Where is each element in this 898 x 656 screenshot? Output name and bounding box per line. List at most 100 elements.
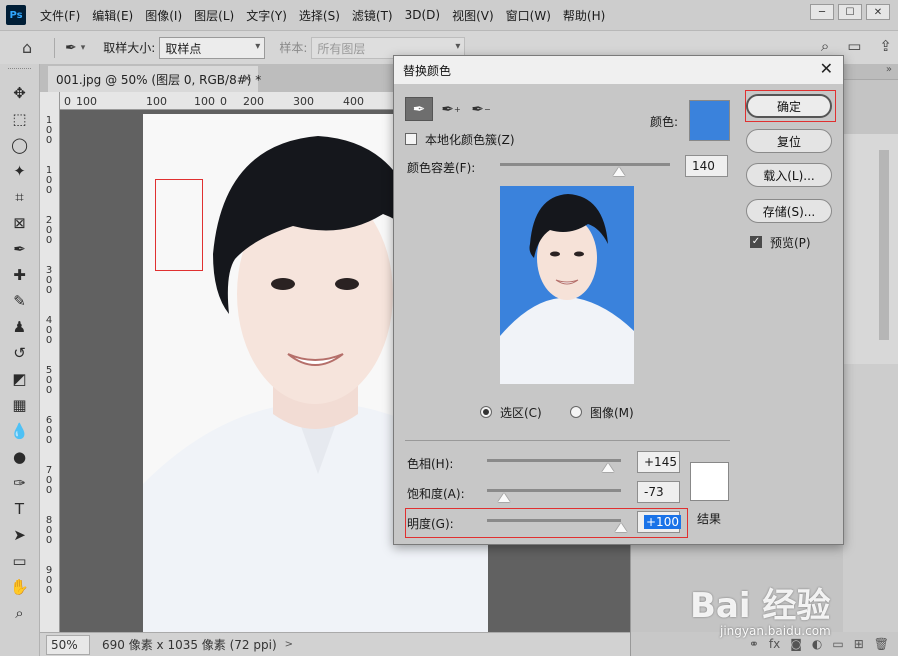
menu-image[interactable]: 图像(I) [139,7,188,24]
reset-button[interactable]: 复位 [746,129,832,153]
menu-type[interactable]: 文字(Y) [240,7,293,24]
image-radio-label: 图像(M) [590,406,634,420]
sample-size-value: 取样点 [165,41,202,56]
frame-tool-icon[interactable]: ⊠ [0,210,39,236]
magic-wand-tool-icon[interactable]: ✦ [0,158,39,184]
selection-color-swatch[interactable] [689,100,730,141]
save-button[interactable]: 存储(S)... [746,199,832,223]
selection-radio[interactable] [480,406,492,418]
eyedropper-tool-icon[interactable]: ✒ [0,236,39,262]
menu-select[interactable]: 选择(S) [293,7,346,24]
crop-tool-icon[interactable]: ⌗ [0,184,39,210]
ok-button-label: 确定 [776,99,801,114]
maximize-button[interactable]: ☐ [838,4,862,20]
image-radio[interactable] [570,406,582,418]
ruler-tick: 9 0 0 [45,565,53,596]
path-selection-tool-icon[interactable]: ➤ [0,522,39,548]
lasso-tool-icon[interactable]: ◯ [0,132,39,158]
menu-window[interactable]: 窗口(W) [500,7,557,24]
minimize-button[interactable]: ─ [810,4,834,20]
saturation-slider-thumb[interactable] [498,493,510,502]
lightness-value: +100 [644,515,681,529]
hue-slider[interactable] [487,459,621,462]
sample-value: 所有图层 [317,41,366,56]
blur-tool-icon[interactable]: 💧 [0,418,39,444]
zoom-level[interactable]: 50% [46,634,90,655]
chevron-down-icon[interactable]: ▾ [81,43,86,53]
chevron-right-icon[interactable]: > [285,639,293,650]
close-window-button[interactable]: ✕ [866,4,890,20]
ok-button[interactable]: 确定 [746,94,832,118]
fuzziness-label: 颜色容差(F): [407,161,476,175]
panel-scrollbar[interactable] [879,150,889,340]
rectangle-tool-icon[interactable]: ▭ [0,548,39,574]
menu-file[interactable]: 文件(F) [34,7,86,24]
ruler-tick: 100 [146,95,167,108]
watermark-url: jingyan.baidu.com [720,624,831,638]
type-tool-icon[interactable]: T [0,496,39,522]
saturation-input[interactable]: -73 [637,481,680,503]
stamp-tool-icon[interactable]: ♟ [0,314,39,340]
document-tab[interactable]: 001.jpg @ 50% (图层 0, RGB/8#) * × [48,66,261,92]
menu-view[interactable]: 视图(V) [446,7,500,24]
brush-tool-icon[interactable]: ✎ [0,288,39,314]
workspace-icon[interactable]: ▭ [847,37,861,55]
eyedropper-icon[interactable]: ✒ [405,97,433,121]
saturation-label: 饱和度(A): [407,487,465,501]
dialog-title-bar[interactable]: 替换颜色 ✕ [394,56,843,84]
move-tool-icon[interactable]: ✥ [0,80,39,106]
preview-checkbox[interactable]: ✓ [750,236,762,248]
result-label: 结果 [697,512,722,526]
gradient-tool-icon[interactable]: ▦ [0,392,39,418]
preview-portrait-image [500,186,634,384]
saturation-slider[interactable] [487,489,621,492]
fuzziness-slider-thumb[interactable] [613,167,625,176]
eyedropper-minus-icon[interactable]: ✒ − [467,97,495,121]
fuzziness-input[interactable]: 140 [685,155,728,177]
lightness-input[interactable]: +100 [637,511,681,533]
ruler-tick: 4 0 0 [45,315,53,346]
marquee-tool-icon[interactable]: ⬚ [0,106,39,132]
localized-color-clusters-label: 本地化颜色簇(Z) [425,133,515,147]
fuzziness-slider[interactable] [500,163,670,166]
color-label: 颜色: [650,115,679,129]
close-icon[interactable]: ✕ [820,59,833,78]
menu-help[interactable]: 帮助(H) [557,7,611,24]
menubar: Ps 文件(F) 编辑(E) 图像(I) 图层(L) 文字(Y) 选择(S) 滤… [0,0,898,30]
eraser-tool-icon[interactable]: ◩ [0,366,39,392]
menu-layer[interactable]: 图层(L) [188,7,240,24]
search-icon[interactable]: ⌕ [821,37,829,55]
ruler-tick: 1 0 0 [45,165,53,196]
share-icon[interactable]: ⇪ [879,37,892,55]
eyedropper-plus-icon[interactable]: ✒ + [437,97,465,121]
eyedropper-tool-icon[interactable]: ✒ [65,40,77,56]
ruler-tick: 7 0 0 [45,465,53,496]
ruler-tick: 400 [343,95,364,108]
replace-color-dialog: 替换颜色 ✕ ✒ ✒ + ✒ − 本地化颜色簇(Z) 颜色: 颜色容差(F): 14… [393,55,844,545]
hue-slider-thumb[interactable] [602,463,614,472]
home-icon[interactable]: ⌂ [22,38,44,57]
lightness-slider[interactable] [487,519,621,522]
lightness-slider-thumb[interactable] [615,523,627,532]
healing-brush-tool-icon[interactable]: ✚ [0,262,39,288]
history-brush-tool-icon[interactable]: ↺ [0,340,39,366]
hand-tool-icon[interactable]: ✋ [0,574,39,600]
window-controls: ─ ☐ ✕ [810,4,890,20]
sample-size-select[interactable]: 取样点 ▾ [159,36,266,59]
ruler-tick: 2 0 0 [45,215,53,246]
menu-edit[interactable]: 编辑(E) [86,7,139,24]
ruler-tick: 200 [243,95,264,108]
hue-input[interactable]: +145 [637,451,680,473]
pen-tool-icon[interactable]: ✑ [0,470,39,496]
close-tab-icon[interactable]: × [242,71,252,85]
baidu-watermark: Bai 经验 jingyan.baidu.com [690,578,890,650]
result-color-swatch[interactable] [690,462,729,501]
selection-preview [500,186,634,384]
load-button[interactable]: 载入(L)... [746,163,832,187]
localized-color-clusters-checkbox[interactable] [405,133,417,145]
toolbar-grip[interactable] [8,68,31,76]
dodge-tool-icon[interactable]: ● [0,444,39,470]
zoom-tool-icon[interactable]: ⌕ [0,600,39,626]
menu-filter[interactable]: 滤镜(T) [346,7,399,24]
menu-3d[interactable]: 3D(D) [399,8,446,22]
